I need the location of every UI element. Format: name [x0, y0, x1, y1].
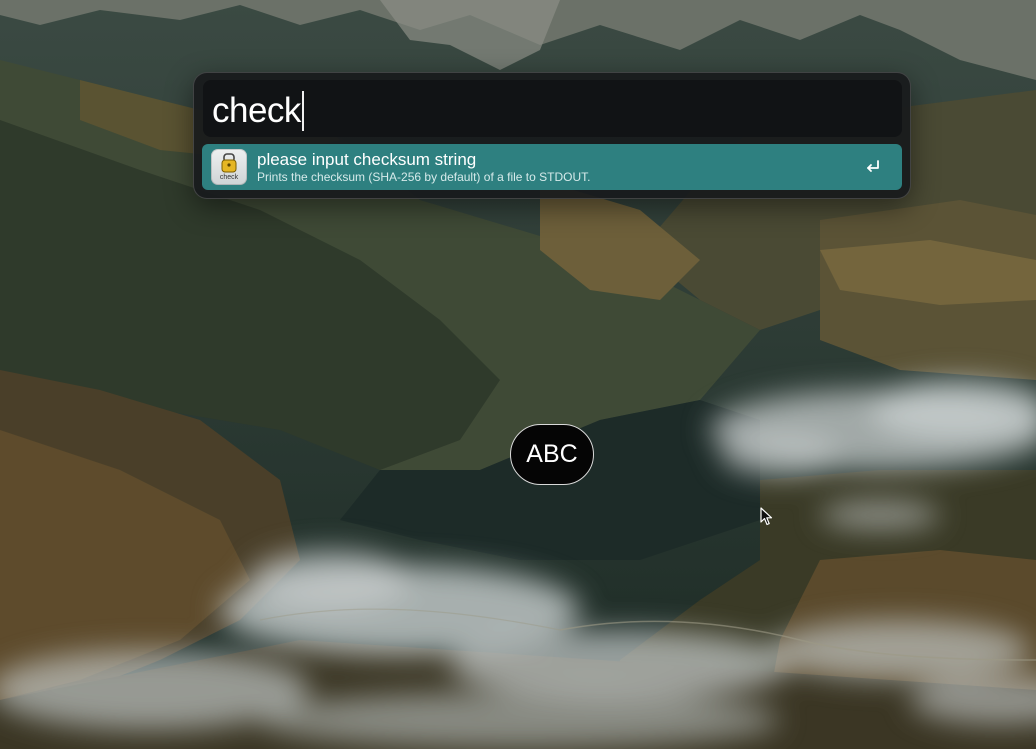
- result-subtitle: Prints the checksum (SHA-256 by default)…: [257, 170, 591, 184]
- result-icon-caption: check: [219, 174, 239, 181]
- result-title: please input checksum string: [257, 150, 477, 169]
- result-item-selected[interactable]: check please input checksum string Print…: [202, 144, 902, 190]
- return-key-icon: [867, 160, 879, 172]
- input-source-indicator: ABC: [510, 424, 594, 485]
- text-caret: [301, 91, 304, 131]
- search-query-text: check: [212, 91, 301, 130]
- search-input[interactable]: check: [212, 90, 304, 132]
- check-plugin-icon: check: [211, 149, 247, 185]
- launcher-window: check check please input checksum string…: [193, 72, 911, 199]
- mouse-pointer-icon: [760, 507, 773, 526]
- search-field[interactable]: check: [203, 80, 902, 137]
